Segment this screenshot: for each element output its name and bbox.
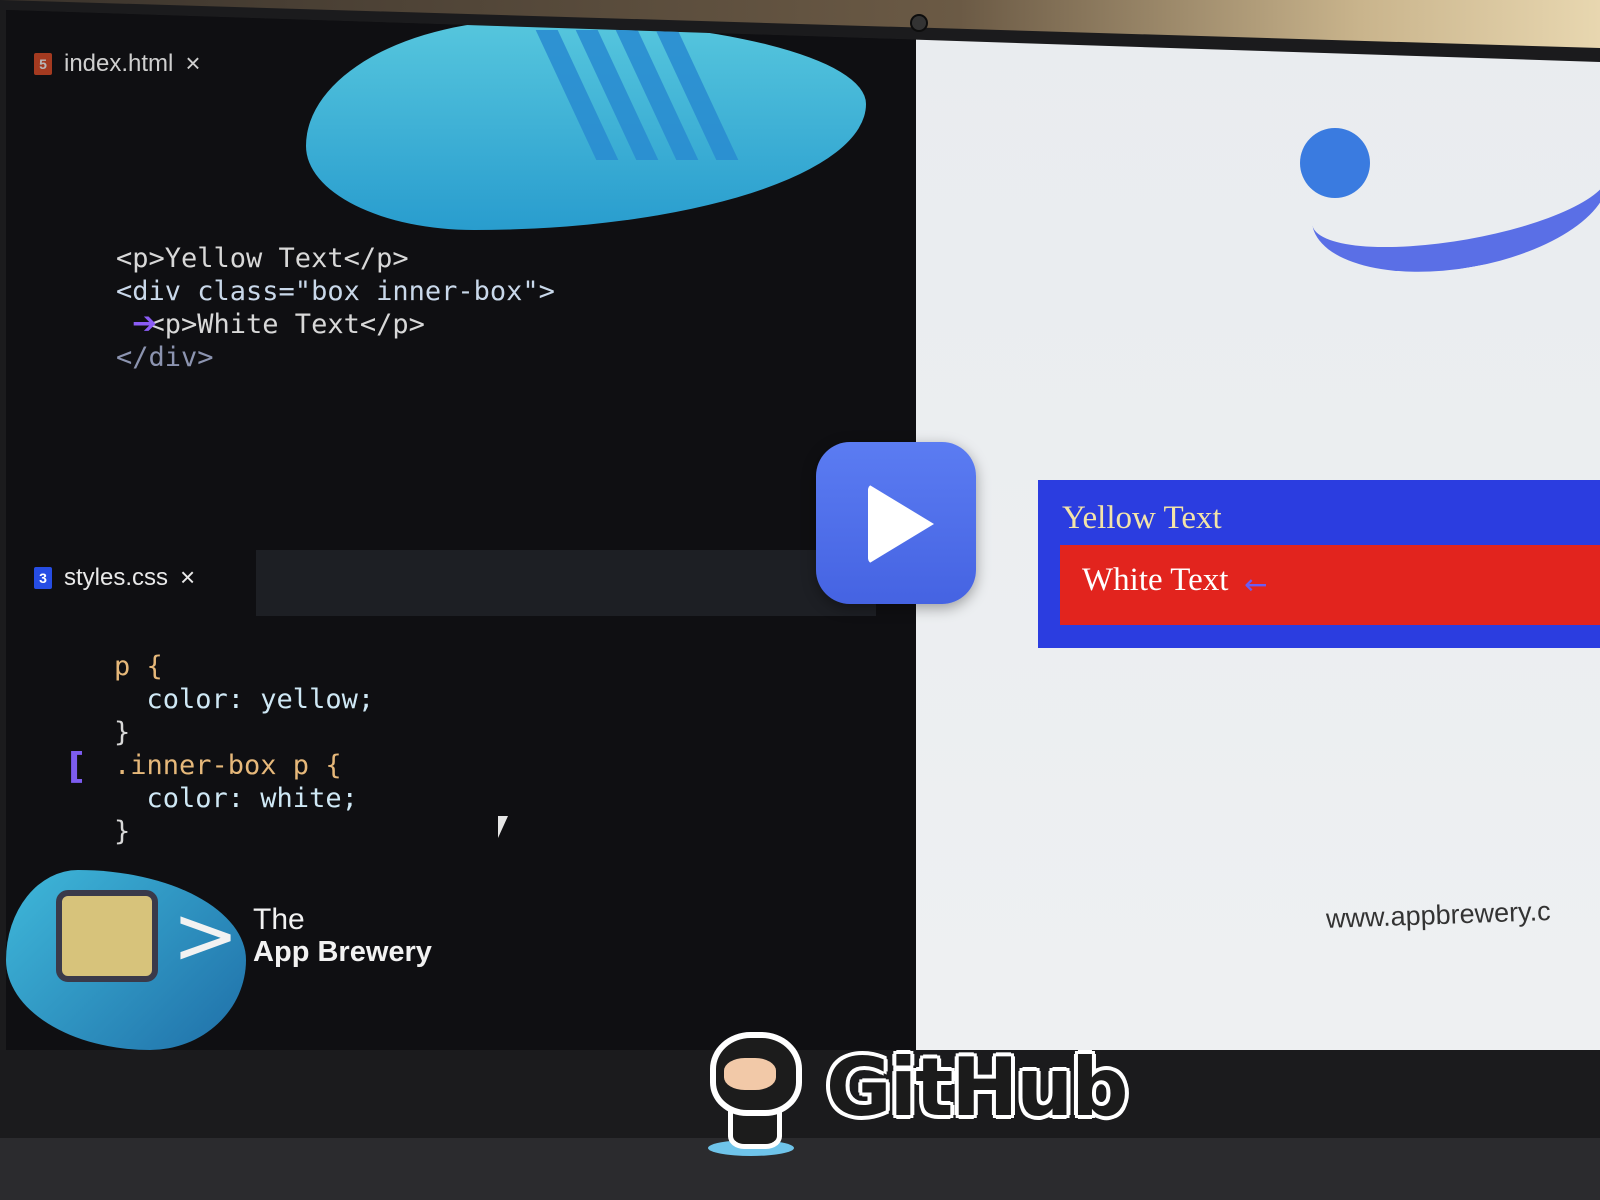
css3-file-icon: 3 bbox=[34, 566, 52, 589]
code-line: <div class="box inner-box"> bbox=[116, 276, 555, 307]
code-line: } bbox=[114, 816, 131, 847]
code-editor-pane: 5 index.html × <p>Yellow Text</p> <div cl… bbox=[6, 10, 916, 1050]
tab-label: index.html bbox=[64, 49, 174, 77]
code-line: .inner-box p { bbox=[114, 750, 342, 781]
tab-index-html[interactable]: 5 index.html × bbox=[34, 48, 201, 79]
html-code-block: <p>Yellow Text</p> <div class="box inner-… bbox=[116, 242, 555, 374]
brand-text: The App Brewery bbox=[253, 903, 432, 969]
code-line: p { bbox=[114, 651, 163, 682]
app-brewery-mug-icon bbox=[56, 890, 158, 982]
preview-yellow-text: Yellow Text bbox=[1062, 500, 1222, 536]
annotation-bracket-icon: [ bbox=[68, 746, 85, 787]
play-icon bbox=[868, 484, 934, 564]
code-line: <p>White Text</p> bbox=[116, 309, 425, 340]
tab-styles-css[interactable]: 3 styles.css × bbox=[34, 562, 195, 593]
play-button[interactable] bbox=[816, 442, 976, 604]
brand-line-2: App Brewery bbox=[253, 936, 432, 968]
code-line: color: yellow; bbox=[114, 684, 375, 715]
close-icon[interactable]: × bbox=[180, 562, 195, 593]
html5-file-icon: 5 bbox=[34, 52, 52, 75]
code-line: color: white; bbox=[114, 783, 358, 814]
css-code-block: p { color: yellow;} .inner-box p { color:… bbox=[114, 650, 374, 848]
annotation-arrow-icon: ➔ bbox=[132, 306, 158, 341]
brand-line-1: The bbox=[253, 903, 305, 936]
github-wordmark: GitHub bbox=[826, 1040, 1128, 1134]
code-line: } bbox=[114, 717, 131, 748]
css-tab-bar bbox=[256, 550, 876, 616]
octocat-face bbox=[724, 1058, 776, 1090]
code-line: </div> bbox=[116, 342, 214, 373]
webcam bbox=[912, 16, 926, 30]
mouse-cursor-icon bbox=[498, 816, 508, 838]
annotation-arrow-icon: ← bbox=[1244, 568, 1268, 601]
app-brewery-logo: > The App Brewery bbox=[56, 890, 432, 982]
close-icon[interactable]: × bbox=[185, 48, 200, 79]
octocat-icon bbox=[690, 1022, 810, 1156]
code-line: <p>Yellow Text</p> bbox=[116, 243, 409, 274]
preview-white-text: White Text bbox=[1082, 562, 1229, 598]
tab-label: styles.css bbox=[64, 563, 169, 591]
chevron-right-icon: > bbox=[172, 889, 240, 982]
github-sticker: GitHub bbox=[690, 1022, 1128, 1156]
